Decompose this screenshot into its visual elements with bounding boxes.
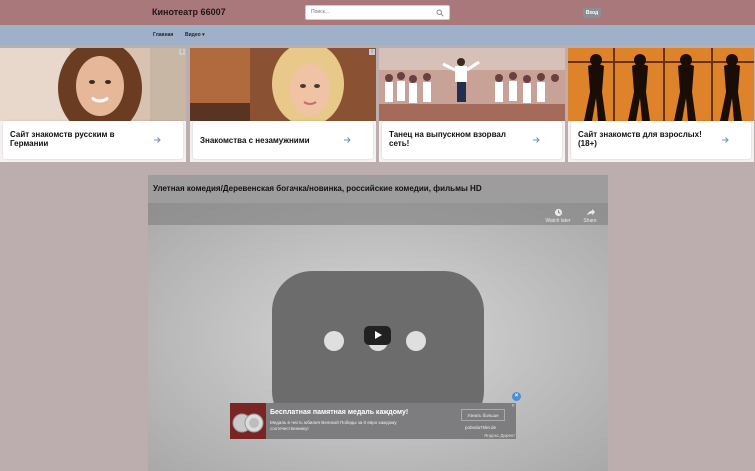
ad-image-woman-smiling[interactable]	[0, 48, 186, 121]
arrow-right-icon[interactable]	[152, 135, 162, 145]
ad-card[interactable]: i Знакомства с незамужними	[190, 48, 376, 162]
ad-choice-icon[interactable]: i	[179, 49, 185, 55]
overlay-ad-domain[interactable]: pobeda75let.de	[465, 425, 496, 430]
share-icon	[586, 208, 595, 216]
ad-caption-box[interactable]: Сайт знакомств для взрослых! (18+)	[571, 121, 751, 159]
search-box[interactable]	[305, 5, 450, 20]
arrow-right-icon[interactable]	[342, 135, 352, 145]
close-ad-icon[interactable]: ×	[512, 392, 521, 401]
video-header: Улетная комедия/Деревенская богачка/нови…	[148, 175, 608, 203]
ad-title[interactable]: Знакомства с незамужними	[200, 136, 330, 145]
clock-icon	[554, 208, 562, 217]
ad-image-medal[interactable]	[230, 403, 266, 439]
ad-card[interactable]: Сайт знакомств для взрослых! (18+)	[568, 48, 754, 162]
ad-caption-box[interactable]: Танец на выпускном взорвал сеть!	[382, 121, 562, 159]
ad-image-silhouettes[interactable]	[568, 48, 754, 121]
watch-later-button[interactable]: Watch later	[544, 208, 572, 224]
overlay-ad-source[interactable]: Яндекс.Директ	[484, 433, 515, 438]
nav-video-dropdown[interactable]: Видео ▾	[185, 32, 205, 38]
ad-caption-box[interactable]: Знакомства с незамужними	[193, 121, 373, 159]
ad-choice-icon[interactable]: i	[369, 49, 375, 55]
arrow-right-icon[interactable]	[531, 135, 541, 145]
ad-image-blonde-woman[interactable]	[190, 48, 376, 121]
ad-caption-box[interactable]: Сайт знакомств русским в Германии	[3, 121, 183, 159]
nav-home[interactable]: Главная	[153, 32, 173, 38]
overlay-ad-title[interactable]: Бесплатная памятная медаль каждому!	[270, 409, 408, 416]
nav-bar: Главная Видео ▾	[0, 25, 755, 45]
ad-row: i Сайт знакомств русским в Германии i Зн…	[0, 48, 755, 162]
overlay-ad-description: Медаль в честь юбилея Великой Победы за …	[270, 420, 397, 431]
ad-title[interactable]: Сайт знакомств русским в Германии	[10, 130, 140, 148]
watch-later-label: Watch later	[545, 218, 571, 224]
share-button[interactable]: Share	[576, 208, 604, 224]
video-title[interactable]: Улетная комедия/Деревенская богачка/нови…	[153, 184, 482, 193]
ad-image-graduation-dance[interactable]	[379, 48, 565, 121]
ad-title[interactable]: Танец на выпускном взорвал сеть!	[389, 130, 519, 148]
ad-card[interactable]: Танец на выпускном взорвал сеть!	[379, 48, 565, 162]
learn-more-button[interactable]: Узнать больше	[461, 409, 505, 421]
overlay-ad[interactable]: Бесплатная памятная медаль каждому! Меда…	[230, 403, 516, 439]
top-bar: Кинотеатр 66007 Вход	[0, 0, 755, 25]
search-input[interactable]	[311, 9, 431, 15]
close-icon[interactable]: ✕	[511, 403, 515, 409]
site-title[interactable]: Кинотеатр 66007	[152, 7, 226, 17]
ad-title[interactable]: Сайт знакомств для взрослых! (18+)	[578, 130, 708, 148]
play-icon[interactable]	[364, 326, 391, 345]
share-label: Share	[583, 218, 597, 224]
login-button[interactable]: Вход	[583, 8, 601, 18]
arrow-right-icon[interactable]	[720, 135, 730, 145]
search-icon[interactable]	[436, 9, 444, 17]
ad-card[interactable]: i Сайт знакомств русским в Германии	[0, 48, 186, 162]
